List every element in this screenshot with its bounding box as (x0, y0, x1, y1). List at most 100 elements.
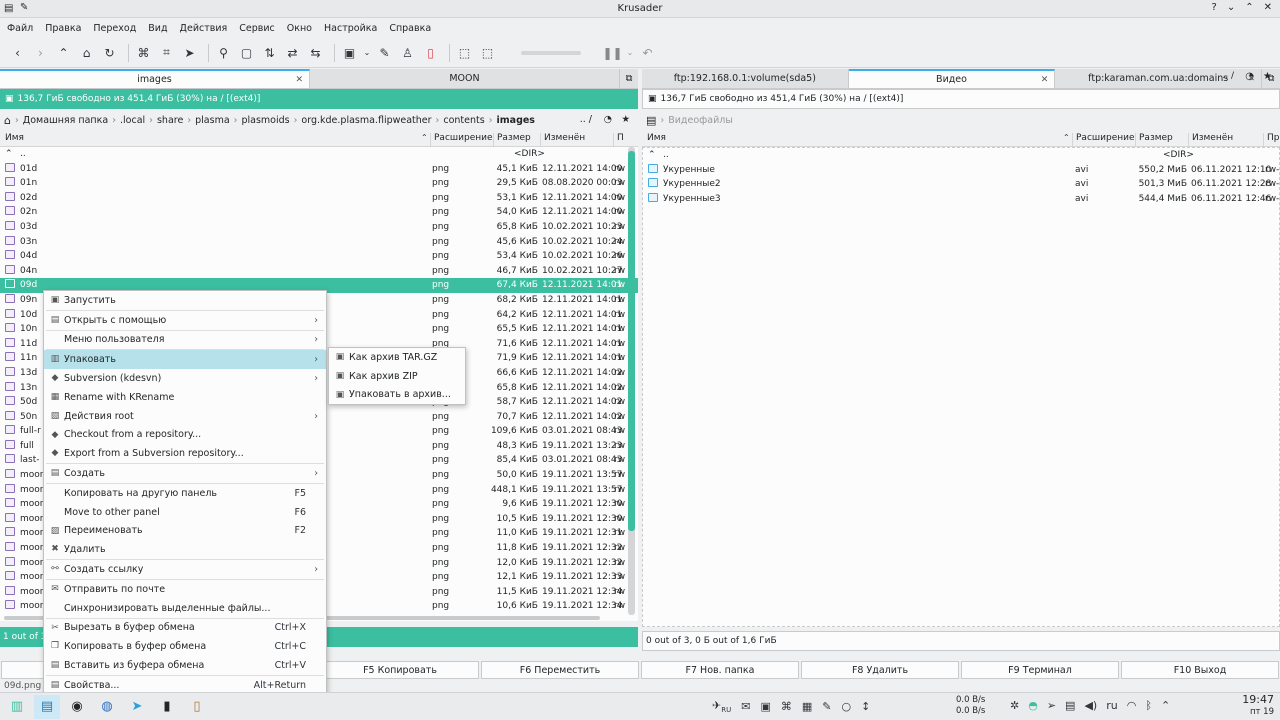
firefox-icon[interactable]: ◍ (94, 695, 120, 719)
col-ext[interactable]: Расширение (1072, 133, 1134, 146)
file-row[interactable]: 04n png 46,7 КиБ 10.02.2021 10:27 rw (0, 264, 638, 279)
close-tab-icon[interactable]: ✕ (295, 75, 303, 85)
terminal-app-icon[interactable]: ▮ (154, 695, 180, 719)
fkey-button[interactable]: F6 Переместить (481, 661, 639, 679)
col-name[interactable]: Имя (644, 133, 1064, 146)
menu-item[interactable]: ▥ Упаковать › (44, 350, 326, 370)
crumb-dots[interactable]: .. / (1222, 71, 1234, 81)
col-modified[interactable]: Изменён (540, 133, 612, 146)
file-row[interactable]: 04d png 53,4 КиБ 10.02.2021 10:26 rw (0, 249, 638, 264)
col-name[interactable]: Имя (2, 133, 422, 146)
bug-icon[interactable]: ✲ (1010, 699, 1019, 712)
fkey-button[interactable]: F7 Нов. папка (641, 661, 799, 679)
forward-icon[interactable]: › (31, 43, 50, 63)
back-icon[interactable]: ‹ (8, 43, 27, 63)
file-row[interactable]: 02d png 53,1 КиБ 12.11.2021 14:00 rw (0, 191, 638, 206)
dropdown-icon[interactable]: ⌄ (626, 43, 634, 63)
file-row[interactable]: Укуренные avi 550,2 МиБ 06.11.2021 12:10 rw- (643, 163, 1279, 178)
minimize-button[interactable]: ⌄ (1227, 2, 1235, 13)
tab-video[interactable]: Видео ✕ (848, 69, 1056, 88)
refresh-icon[interactable]: ↻ (100, 43, 119, 63)
menu-actions[interactable]: Действия (180, 23, 228, 34)
bluetooth-icon[interactable]: ᛒ (1145, 699, 1152, 712)
crumb-item[interactable]: plasmoids (241, 115, 289, 126)
crumb-item[interactable]: Домашняя папка (23, 115, 108, 126)
pen-icon[interactable]: ✎ (822, 700, 831, 713)
col-perm[interactable]: П (613, 133, 627, 146)
volume-icon[interactable]: ◀) (1084, 699, 1097, 712)
col-perm[interactable]: Пр (1263, 133, 1280, 146)
file-row[interactable]: 01d png 45,1 КиБ 12.11.2021 14:00 rw (0, 162, 638, 177)
col-ext[interactable]: Расширение (430, 133, 492, 146)
view-file-icon[interactable]: ▢ (237, 43, 256, 63)
clipboard-icon[interactable]: ▤ (1065, 699, 1075, 712)
fkey-button[interactable]: F10 Выход (1121, 661, 1279, 679)
menu-item[interactable]: ▣ Как архив ZIP (329, 367, 465, 386)
menu-item[interactable]: ▣ Как архив TAR.GZ (329, 348, 465, 367)
tab-images[interactable]: images ✕ (0, 69, 310, 88)
close-tab-icon[interactable]: ✕ (1041, 75, 1049, 85)
menu-item[interactable]: Move to other panel F6 (44, 503, 326, 522)
ghost-icon[interactable]: ◓ (1028, 699, 1038, 712)
updir-row[interactable]: ⌃ .. <DIR> (0, 147, 638, 162)
pack-icon[interactable]: ⬚ (455, 43, 474, 63)
col-size[interactable]: Размер (493, 133, 538, 146)
menu-go[interactable]: Переход (93, 23, 136, 34)
tab-moon[interactable]: MOON (310, 69, 620, 88)
pause-icon[interactable]: ❚❚ (602, 43, 622, 63)
undo-icon[interactable]: ↶ (638, 43, 657, 63)
menu-help[interactable]: Справка (389, 23, 431, 34)
file-row[interactable]: Укуренные3 avi 544,4 МиБ 06.11.2021 12:46 rw… (643, 192, 1279, 207)
new-tab-icon[interactable]: ⧉ (620, 69, 638, 88)
menu-item[interactable]: ▣ Запустить (44, 291, 326, 310)
fkey-button[interactable]: F9 Терминал (961, 661, 1119, 679)
menu-item[interactable]: ✖ Удалить (44, 540, 326, 559)
dropdown-icon[interactable]: ⌄ (363, 43, 371, 63)
home-icon[interactable]: ⌂ (77, 43, 96, 63)
fkey-button[interactable]: F5 Копировать (321, 661, 479, 679)
menu-item[interactable]: ❐ Копировать в буфер обмена Ctrl+C (44, 637, 326, 656)
trash-icon[interactable]: ▯ (421, 43, 440, 63)
menu-item[interactable]: ▣ Упаковать в архив... (329, 386, 465, 405)
menu-item[interactable]: ▤ Вставить из буфера обмена Ctrl+V (44, 656, 326, 675)
sync-dirs-icon[interactable]: ⇆ (306, 43, 325, 63)
menu-item[interactable]: ▧ Действия root › (44, 407, 326, 426)
menu-item[interactable]: ▤ Открыть с помощью › (44, 311, 326, 330)
bookmark-icon[interactable]: ★ (621, 114, 630, 125)
help-button[interactable]: ? (1212, 2, 1217, 13)
circle-icon[interactable]: ○ (841, 700, 851, 713)
menu-item[interactable]: Синхронизировать выделенные файлы... (44, 599, 326, 618)
menu-item[interactable]: ▦ Rename with KRename (44, 388, 326, 407)
compare-dirs-icon[interactable]: ⇄ (283, 43, 302, 63)
pointer-icon[interactable]: ➤ (180, 43, 199, 63)
krusader-task-icon[interactable]: ▤ (34, 694, 60, 719)
crumb-item[interactable]: share (157, 115, 183, 126)
file-row[interactable]: 02n png 54,0 КиБ 12.11.2021 14:00 rw (0, 205, 638, 220)
github-icon[interactable]: ◉ (64, 695, 90, 719)
menu-item[interactable]: ⚯ Создать ссылку › (44, 560, 326, 579)
drive-icon[interactable]: ▤ (646, 114, 656, 127)
telegram-icon[interactable]: ➤ (124, 695, 150, 719)
unpack-icon[interactable]: ⬚ (478, 43, 497, 63)
home-icon[interactable]: ⌂ (4, 114, 11, 127)
menu-item[interactable]: ✉ Отправить по почте (44, 580, 326, 599)
menu-item[interactable]: ✂ Вырезать в буфер обмена Ctrl+X (44, 619, 326, 638)
menu-item[interactable]: ◆ Checkout from a repository... (44, 426, 326, 445)
user-icon[interactable]: ♙ (398, 43, 417, 63)
menu-item[interactable]: ▨ Переименовать F2 (44, 522, 326, 541)
send-icon[interactable]: ➢ (1047, 699, 1056, 712)
terminal-icon[interactable]: ▣ (340, 43, 359, 63)
file-row[interactable]: 03d png 65,8 КиБ 10.02.2021 10:23 rw (0, 220, 638, 235)
office-icon[interactable]: ▦ (802, 700, 812, 713)
crumb-item[interactable]: plasma (195, 115, 230, 126)
menu-settings[interactable]: Настройка (324, 23, 377, 34)
unselect-icon[interactable]: ⌗ (157, 43, 176, 63)
crumb-video[interactable]: Видеофайлы (668, 115, 733, 126)
wifi-icon[interactable]: ◠ (1127, 699, 1137, 712)
menu-view[interactable]: Вид (148, 23, 167, 34)
bookmark-icon[interactable]: ★ (1263, 71, 1272, 82)
swap-panels-icon[interactable]: ⇅ (260, 43, 279, 63)
mail-icon[interactable]: ✉ (741, 700, 750, 713)
tray-expand-icon[interactable]: ⌃ (1161, 699, 1170, 712)
screenshot-icon[interactable]: ▣ (760, 700, 770, 713)
